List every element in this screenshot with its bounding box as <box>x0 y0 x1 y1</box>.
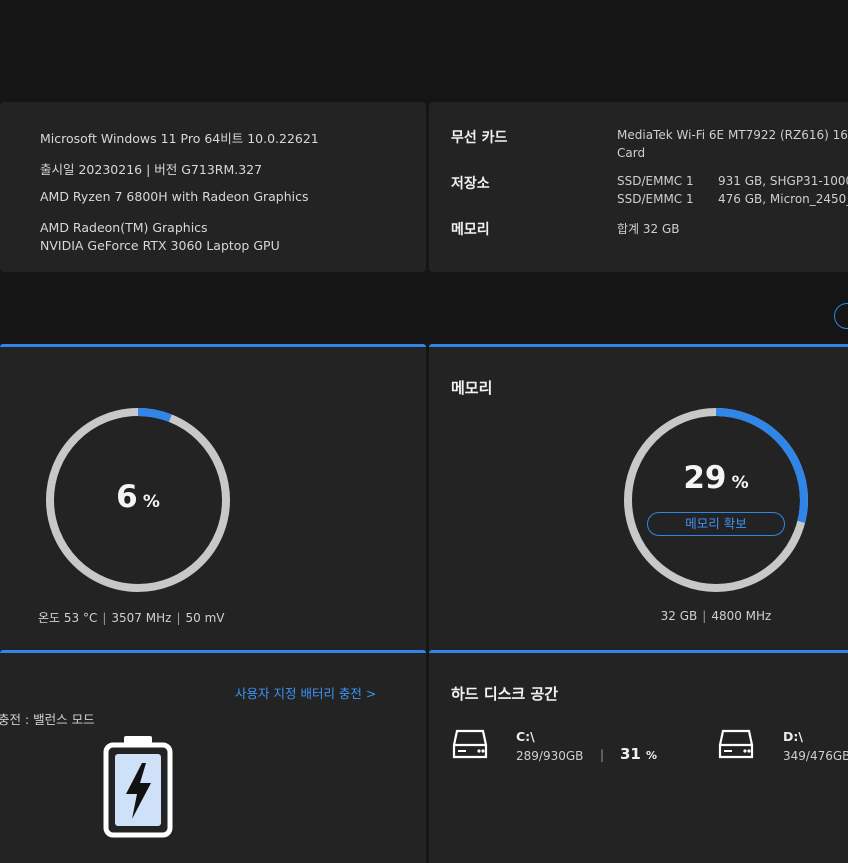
wireless-label: 무선 카드 <box>451 130 508 146</box>
memory-percent-value: 29 <box>683 460 727 496</box>
cpu-monitor-panel: 6 % 온도 53 °C | 3507 MHz | 50 mV <box>0 344 426 651</box>
battery-panel: 사용자 지정 배터리 충전 > 충전 : 밸런스 모드 <box>0 650 426 863</box>
memory-total: 합계 32 GB <box>617 222 680 236</box>
drive-d-usage: 349/476GB <box>783 749 848 763</box>
charge-mode: 충전 : 밸런스 모드 <box>0 712 95 727</box>
storage-1-detail: 931 GB, SHGP31-1000 <box>718 174 848 188</box>
memory-size: 32 GB <box>660 609 698 623</box>
cpu-name: AMD Ryzen 7 6800H with Radeon Graphics <box>40 189 309 204</box>
drive-c-usage: 289/930GB <box>516 749 584 763</box>
drive-c-percent: 31 % <box>620 744 657 763</box>
storage-1-type: SSD/EMMC 1 <box>617 174 694 188</box>
storage-label: 저장소 <box>451 176 490 192</box>
system-info-panel: Microsoft Windows 11 Pro 64비트 10.0.22621… <box>0 102 426 272</box>
drive-c-label: C:\ <box>516 729 535 744</box>
cpu-percent-unit: % <box>142 492 160 512</box>
free-memory-button[interactable]: 메모리 확보 <box>647 512 785 536</box>
gpu-discrete: NVIDIA GeForce RTX 3060 Laptop GPU <box>40 238 280 253</box>
custom-battery-charge-link[interactable]: 사용자 지정 배터리 충전 > <box>235 683 376 702</box>
disk-space-title: 하드 디스크 공간 <box>451 685 559 703</box>
storage-2-detail: 476 GB, Micron_2450_ <box>718 192 848 206</box>
cpu-percent-value: 6 <box>116 479 138 515</box>
drive-c-icon <box>452 729 488 759</box>
cpu-percent: 6 % <box>38 479 238 515</box>
cpu-freq: 3507 MHz <box>111 611 172 625</box>
drive-c-percent-value: 31 <box>620 745 641 763</box>
drive-c-percent-unit: % <box>645 749 657 762</box>
drive-d-label: D:\ <box>783 729 803 744</box>
drive-c-separator: | <box>600 748 605 762</box>
storage-2-type: SSD/EMMC 1 <box>617 192 694 206</box>
os-version: Microsoft Windows 11 Pro 64비트 10.0.22621 <box>40 131 319 146</box>
memory-freq: 4800 MHz <box>711 609 772 623</box>
memory-percent: 29 % <box>616 460 816 496</box>
cpu-voltage: 50 mV <box>185 611 225 625</box>
disk-space-panel: 하드 디스크 공간 C:\ 289/930GB | 31 % D:\ 349/4… <box>429 650 848 863</box>
gpu-integrated: AMD Radeon(TM) Graphics <box>40 220 208 235</box>
memory-monitor-panel: 메모리 29 % 메모리 확보 32 GB | 4800 MHz <box>429 344 848 651</box>
cpu-stats: 온도 53 °C | 3507 MHz | 50 mV <box>38 611 225 625</box>
battery-charging-icon <box>103 736 173 838</box>
cpu-temp: 온도 53 °C <box>38 611 98 625</box>
memory-stats: 32 GB | 4800 MHz <box>660 609 772 623</box>
wireless-value: MediaTek Wi-Fi 6E MT7922 (RZ616) 16 <box>617 128 848 142</box>
memory-label: 메모리 <box>451 222 490 238</box>
memory-percent-unit: % <box>731 473 749 493</box>
hardware-panel: 무선 카드 MediaTek Wi-Fi 6E MT7922 (RZ616) 1… <box>429 102 848 272</box>
partial-edge-button[interactable] <box>834 303 848 329</box>
memory-monitor-title: 메모리 <box>451 379 493 397</box>
bios-release: 출시일 20230216 | 버전 G713RM.327 <box>40 162 263 177</box>
drive-d-icon <box>718 729 754 759</box>
wireless-value-cont: Card <box>617 146 646 160</box>
memory-usage-ring <box>624 408 808 592</box>
